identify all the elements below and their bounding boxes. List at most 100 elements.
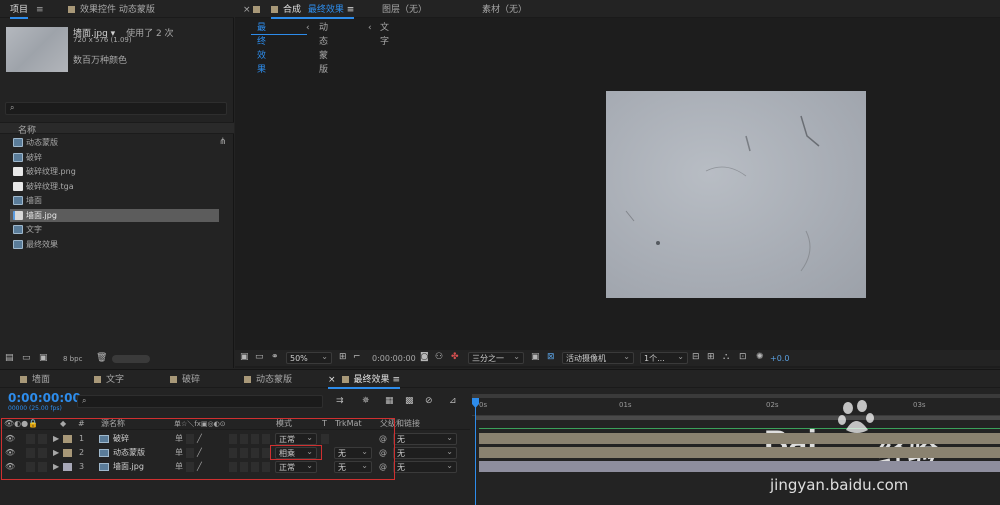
frame-blend-icon[interactable]: ▩ [405,396,414,406]
camera-select[interactable]: 活动摄像机 [562,351,634,364]
project-item[interactable]: 墙面.jpg [10,208,219,222]
new-folder-icon[interactable]: ▭ [22,353,31,363]
parent-select[interactable]: 无 [393,446,457,459]
close-icon[interactable]: × [243,3,251,17]
mask-icon[interactable]: ⚭ [271,352,279,362]
timeline-timecode[interactable]: 0:00:00:00 [8,391,81,405]
footage-used-count: 使用了 2 次 [126,29,174,39]
region-icon[interactable]: ▣ [531,352,540,362]
ruler-label: 03s [913,401,926,409]
wall-texture [625,115,820,272]
timeline-tab[interactable]: 动态蒙版 [244,373,292,387]
interpret-footage-icon[interactable]: ▤ [5,353,14,363]
bpc-label[interactable]: 8 bpc [63,355,82,363]
comp-mini-flowchart-icon[interactable]: ⇉ [336,396,344,406]
zoom-select[interactable]: 50% [286,351,332,364]
draft-3d-icon[interactable]: ✵ [362,396,370,406]
composition-icon [13,225,23,234]
search-icon: ⌕ [10,103,15,112]
project-item[interactable]: 文字 [10,223,219,236]
layer-duration-bar[interactable] [479,433,1000,444]
comp-color-icon [244,376,251,383]
project-item[interactable]: 最终效果 [10,238,219,251]
resolution-select[interactable]: 三分之一 [468,351,524,364]
tab-composition[interactable]: 合成 最终效果 ≡ [271,3,355,19]
thumbnail-slider[interactable] [112,355,150,363]
flowchart-icon[interactable]: ⋔ [219,137,227,147]
column-name-label: 名称 [18,126,37,136]
tab-project-menu-icon[interactable]: ≡ [36,3,44,17]
tab-menu-icon[interactable]: ≡ [392,375,400,385]
layer-duration-bar[interactable] [479,447,1000,458]
project-panel: 项目 ≡ 效果控件 动态蒙版 墙面.jpg ▾ 使用了 2 次 720 x 57… [0,0,234,368]
timeline-fps: 00000 (25.00 fps) [8,405,62,412]
exposure-value[interactable]: +0.0 [770,354,789,363]
playhead[interactable] [475,398,476,505]
footage-thumbnail [6,27,68,72]
exposure-icon[interactable]: ✺ [756,352,764,362]
project-search-input[interactable]: ⌕ [5,102,227,115]
transparency-icon[interactable]: ⊠ [547,352,555,362]
timeline-tab[interactable]: × 最终效果 ≡ [328,373,400,389]
grid-icon[interactable]: ⊞ [707,352,715,362]
project-item[interactable]: 破碎 [10,151,219,164]
parent-select[interactable]: 无 [393,460,457,473]
monitor-icon[interactable]: ▭ [255,352,264,362]
project-item[interactable]: 破碎纹理.tga [10,180,219,193]
show-snapshot-icon[interactable]: ⚇ [435,352,443,362]
composition-canvas[interactable] [606,91,866,298]
fast-preview-icon[interactable]: ⊡ [739,352,747,362]
crop-icon[interactable]: ⌐ [353,352,361,362]
breadcrumb-item-mask[interactable]: 动态蒙版 [319,21,328,77]
flowchart-viewer-icon[interactable]: ⛬ [723,352,729,362]
viewer-timecode[interactable]: 0:00:00:00 [372,354,416,363]
views-select[interactable]: 1个... [640,351,688,364]
camera-snapshot-icon[interactable]: ◙ [420,352,429,362]
watermark-url: jingyan.baidu.com [770,476,909,494]
project-bottom-toolbar: ▤ ▭ ▣ 8 bpc 🗑 [0,352,234,366]
color-channel-icon[interactable]: ✤ [451,352,459,362]
graph-editor-icon[interactable]: ⊿ [449,396,457,406]
project-item-label: 动态蒙版 [26,138,58,147]
safe-margin-icon[interactable]: ⊞ [339,352,347,362]
breadcrumb-item-final[interactable]: 最终效果 [257,21,266,77]
breadcrumb-item-text[interactable]: 文字 [380,21,389,49]
project-item-label: 破碎纹理.tga [26,181,74,191]
project-item[interactable]: 动态蒙版 [10,136,219,149]
tab-effects-controls[interactable]: 效果控件 动态蒙版 [68,3,155,17]
timeline-tab[interactable]: 墙面 [20,373,50,387]
timeline-tab[interactable]: 文字 [94,373,124,387]
footage-file-icon [13,167,23,176]
preview-icon[interactable]: ▣ [240,352,249,362]
project-item[interactable]: 破碎纹理.png [10,165,219,178]
layout-icon[interactable]: ⊟ [692,352,700,362]
project-tab-bar: 项目 ≡ 效果控件 动态蒙版 [0,0,234,19]
motion-blur-icon[interactable]: ⊘ [425,396,433,406]
project-item[interactable]: 墙面 [10,194,219,207]
footage-file-icon [13,210,23,220]
comp-color-icon [20,376,27,383]
footage-colors: 数百万种颜色 [73,56,128,66]
lock-icon[interactable] [253,3,265,17]
project-column-header: 名称 [0,122,234,136]
project-item-label: 文字 [26,225,42,234]
breadcrumb-sep: ‹ [368,23,372,33]
timeline-tab-label: 墙面 [32,375,51,385]
parent-select[interactable]: 无 [393,432,457,445]
project-item-label: 墙面 [26,196,42,205]
comp-color-icon [341,376,349,383]
tab-project[interactable]: 项目 [10,3,29,19]
highlight-box [1,418,395,480]
tab-footage[interactable]: 素材（无） [482,3,527,17]
layer-duration-bar[interactable] [479,461,1000,472]
trash-icon[interactable]: 🗑 [96,353,107,363]
timeline-search-input[interactable]: ⌕ [77,395,323,408]
comp-color-icon [271,6,278,13]
shy-icon[interactable]: ▦ [385,396,394,406]
new-comp-icon[interactable]: ▣ [39,353,48,363]
project-item-label: 最终效果 [26,239,58,249]
timeline-tab-label: 破碎 [182,375,201,385]
timeline-tab[interactable]: 破碎 [170,373,200,387]
tab-layer[interactable]: 图层（无） [382,3,427,17]
search-icon: ⌕ [82,396,87,405]
